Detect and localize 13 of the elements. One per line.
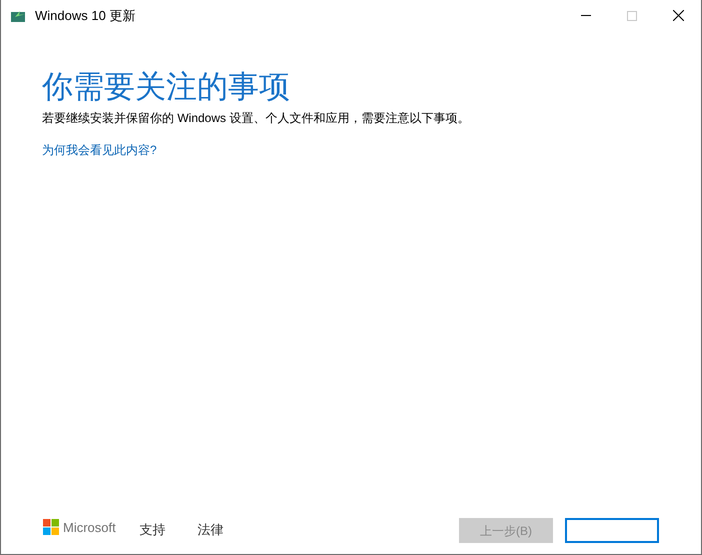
microsoft-logo-icon (43, 519, 59, 535)
next-button[interactable] (565, 518, 659, 543)
window-title: Windows 10 更新 (35, 6, 136, 25)
help-link[interactable]: 为何我会看见此内容? (42, 141, 157, 159)
brand-name: Microsoft (63, 519, 116, 537)
minimize-icon (581, 15, 591, 16)
close-icon (672, 10, 684, 21)
footer-link[interactable]: 支持 (140, 520, 166, 540)
app-icon (11, 8, 27, 22)
description-text: 若要继续安装并保留你的 Windows 设置、个人文件和应用，需要注意以下事项。 (42, 110, 470, 127)
maximize-icon (627, 10, 637, 20)
footer-link[interactable]: 法律 (198, 520, 224, 540)
page-heading: 你需要关注的事项 (42, 68, 291, 106)
